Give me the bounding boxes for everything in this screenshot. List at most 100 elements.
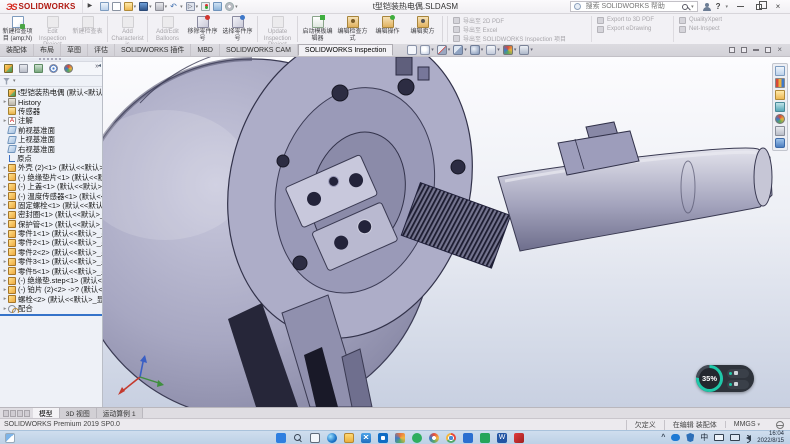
tree-item[interactable]: ▸ 密封圈<1> (默认<<默认>_显示状 [2, 210, 102, 219]
tree-item[interactable]: ▸ (-) 绝缘垫.step<1> (默认<<默认>_ [2, 276, 102, 285]
panel-collapse-icon[interactable]: ◂ [98, 62, 101, 69]
tree-item[interactable]: ▸ 零件5<1> (默认<<默认>_显示状态 [2, 266, 102, 275]
security-shield-icon[interactable] [686, 433, 694, 442]
view-orientation-icon[interactable]: ▾ [453, 45, 467, 55]
add-edit-balloons-button[interactable]: Add/Edit Balloons [150, 14, 185, 44]
browser-ring-icon[interactable] [429, 433, 439, 443]
tree-item[interactable]: ▸ 零件1<1> (默认<<默认>_显示状态 [2, 229, 102, 238]
displaymanager-tab-icon[interactable] [62, 63, 75, 75]
search-icon[interactable] [682, 4, 688, 10]
chrome-icon[interactable] [446, 433, 456, 443]
dropdown-caret-icon[interactable]: ▾ [149, 4, 152, 10]
open-icon[interactable]: ▾ [124, 2, 137, 11]
tab-evaluate[interactable]: 评估 [88, 44, 115, 56]
flyout-expand-icon[interactable]: ▶ ▾ [88, 2, 97, 11]
widgets-icon[interactable] [5, 433, 15, 443]
custom-properties-icon[interactable] [775, 126, 785, 136]
tree-item[interactable]: ▸ 配合 [2, 304, 102, 313]
help-dropdown-caret-icon[interactable]: ▾ [725, 4, 728, 10]
add-characteristic-button[interactable]: Add Characteristic [110, 14, 145, 44]
export-sw-inspection-project-button[interactable]: 导出至 SOLIDWORKS Inspection 项目 [453, 34, 585, 42]
edit-inspection-project-button[interactable]: Edit Inspection Project [35, 14, 70, 44]
save-icon[interactable]: ▾ [139, 2, 152, 11]
qualityxpert-button[interactable]: QualityXpert [679, 16, 731, 24]
tree-item[interactable]: ▸ 原点 [2, 154, 102, 163]
tree-item[interactable]: ▸ History [2, 97, 102, 106]
search-input[interactable] [584, 2, 679, 11]
search-box[interactable]: ▾ [570, 1, 698, 12]
tree-item[interactable]: ▸ 保护管<1> (默认<<默认>_显示状 [2, 219, 102, 228]
wps-icon[interactable] [480, 433, 490, 443]
tab-3d-views[interactable]: 3D 视图 [60, 408, 97, 418]
view-palette-icon[interactable] [775, 102, 785, 112]
launch-template-editor-button[interactable]: 启动模板编辑器 [300, 14, 335, 44]
keyboard-icon[interactable] [714, 434, 724, 441]
onedrive-tray-icon[interactable] [671, 434, 680, 441]
tree-item[interactable]: ▸ 零件2<1> (默认<<默认>_显示状态 [2, 238, 102, 247]
photos-icon[interactable] [395, 433, 405, 443]
model-viewport[interactable] [0, 57, 790, 407]
dropdown-caret-icon[interactable]: ▾ [481, 47, 484, 53]
recorder-button-1[interactable] [727, 369, 749, 378]
globe-icon[interactable] [776, 421, 784, 429]
recorder-button-2[interactable] [727, 380, 749, 389]
microsoft-store-icon[interactable] [378, 433, 388, 443]
tree-item[interactable]: ▸ 螺栓<2> (默认<<默认>_显示状态 [2, 295, 102, 304]
new-inspection-report-button[interactable]: 新建检查表 [70, 14, 105, 44]
tree-item[interactable]: ▸ 传感器 [2, 107, 102, 116]
dropdown-caret-icon[interactable]: ▾ [497, 47, 500, 53]
file-properties-icon[interactable]: ▾ [213, 2, 222, 11]
dropdown-caret-icon[interactable]: ▾ [464, 47, 467, 53]
volume-icon[interactable] [746, 435, 751, 441]
tree-item[interactable]: ▸ 零件3<1> (默认<<默认>_显示状态 [2, 257, 102, 266]
dropdown-caret-icon[interactable]: ▾ [235, 4, 238, 10]
search-dropdown-caret-icon[interactable]: ▾ [691, 4, 694, 10]
word-icon[interactable] [497, 433, 507, 443]
select-icon[interactable]: ▷ ▾ [186, 2, 199, 11]
help-icon[interactable]: ? [716, 2, 721, 11]
propertymanager-tab-icon[interactable] [17, 63, 30, 75]
solidworks-taskbar-icon[interactable] [514, 433, 524, 443]
hide-show-items-icon[interactable]: ▾ [486, 45, 500, 55]
tray-chevron-icon[interactable]: ^ [661, 434, 665, 441]
tree-item[interactable]: ▸ 前视基准面 [2, 126, 102, 135]
tree-filter[interactable]: ▾ [0, 76, 102, 87]
dropdown-caret-icon[interactable]: ▾ [431, 47, 434, 53]
appearances-scenes-icon[interactable] [775, 114, 785, 124]
graphics-area[interactable]: » ▾ ▸ t型铠装热电偶 (默认<默认_显示状态-1>) ▸ [0, 57, 790, 407]
doc-minimize-icon[interactable] [753, 49, 759, 51]
print-icon[interactable]: ▾ [155, 2, 168, 11]
tab-solidworks-cam[interactable]: SOLIDWORKS CAM [220, 44, 298, 56]
ime-indicator[interactable]: 中 [700, 432, 708, 443]
dropdown-caret-icon[interactable]: ▾ [530, 47, 533, 53]
dropdown-caret-icon[interactable]: ▾ [134, 4, 137, 10]
blue-app-icon[interactable] [463, 433, 473, 443]
display-style-icon[interactable]: ▾ [470, 45, 484, 55]
solidworks-resources-icon[interactable] [775, 66, 785, 76]
tab-solidworks-addins[interactable]: SOLIDWORKS 插件 [115, 44, 191, 56]
dropdown-caret-icon[interactable]: ▾ [165, 4, 168, 10]
export-3d-pdf-button[interactable]: Export to 3D PDF [597, 16, 667, 24]
export-excel-button[interactable]: 导出至 Excel [453, 25, 585, 33]
home-icon[interactable]: ▾ [100, 2, 109, 11]
green-app-icon[interactable] [412, 433, 422, 443]
mail-icon[interactable] [361, 433, 371, 443]
model-tab-scroll-buttons[interactable] [0, 408, 33, 418]
tree-item[interactable]: ▸ 外壳 (2)<1> (默认<<默认>_显示状态 [2, 163, 102, 172]
filter-caret-icon[interactable]: ▾ [13, 78, 16, 84]
view-settings-icon[interactable]: ▾ [519, 45, 533, 55]
dimxpertmanager-tab-icon[interactable] [47, 63, 60, 75]
tree-item[interactable]: ▸ (-) 上盖<1> (默认<<默认>_显示状态 [2, 182, 102, 191]
tree-item[interactable]: ▸ (-) 温度传感器<1> (默认<<默认>_显示 [2, 191, 102, 200]
tab-solidworks-inspection[interactable]: SOLIDWORKS Inspection [298, 44, 393, 56]
zoom-to-area-icon[interactable]: ▾ [420, 45, 434, 55]
edit-appearance-icon[interactable]: ▾ [503, 45, 517, 55]
dropdown-caret-icon[interactable]: ▾ [196, 4, 199, 10]
edit-vendors-button[interactable]: 编辑卖方 [405, 14, 440, 44]
featuremanager-tab-icon[interactable] [2, 63, 15, 75]
undo-icon[interactable]: ↶ ▾ [170, 2, 183, 11]
net-inspect-button[interactable]: Net-Inspect [679, 25, 731, 33]
tree-item[interactable]: ▸ 右视基准面 [2, 144, 102, 153]
units-selector[interactable]: MMGS ▾ [725, 421, 768, 428]
close-button[interactable]: × [771, 1, 785, 13]
